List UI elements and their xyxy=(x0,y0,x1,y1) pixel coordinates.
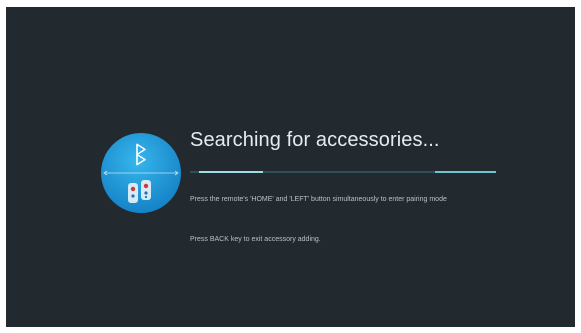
search-progress-bar xyxy=(190,171,496,173)
page-title: Searching for accessories... xyxy=(190,129,440,151)
pairing-instruction: Press the remote's 'HOME' and 'LEFT' but… xyxy=(190,196,447,203)
bluetooth-pairing-graphic xyxy=(99,131,183,215)
progress-segment xyxy=(199,171,264,173)
bluetooth-remote-icon xyxy=(101,133,181,213)
tv-screen: Searching for accessories... Press the r… xyxy=(6,7,575,327)
exit-instruction: Press BACK key to exit accessory adding. xyxy=(190,236,321,243)
progress-segment xyxy=(434,171,496,173)
